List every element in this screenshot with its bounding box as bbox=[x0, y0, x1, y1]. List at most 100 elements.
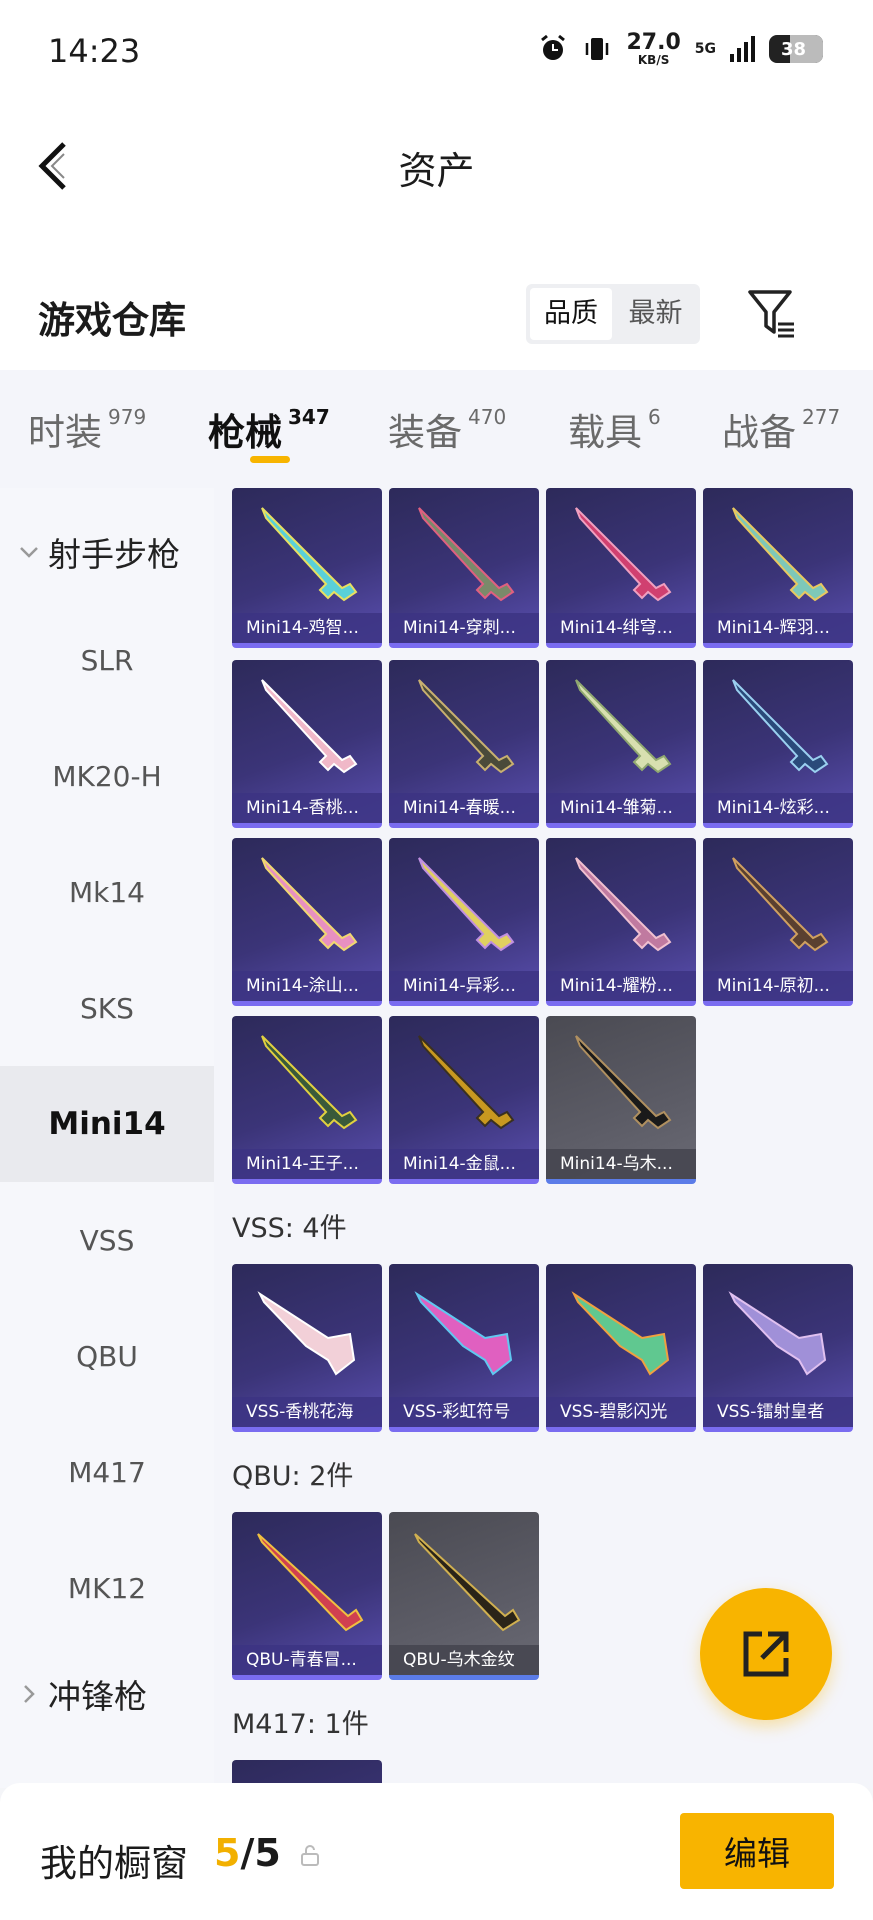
tab-count: 979 bbox=[108, 404, 147, 429]
edit-button[interactable]: 编辑 bbox=[680, 1813, 834, 1889]
sort-option-quality[interactable]: 品质 bbox=[530, 288, 612, 340]
vibrate-icon bbox=[586, 38, 609, 60]
sidebar-item-mk14[interactable]: Mk14 bbox=[0, 834, 214, 950]
rifle-icon bbox=[575, 679, 672, 774]
skin-card[interactable]: Mini14-绯穹... bbox=[546, 488, 696, 648]
tab-equipment[interactable]: 装备 470 bbox=[388, 402, 506, 456]
page-title: 资产 bbox=[398, 149, 475, 193]
skin-card[interactable]: VSS-彩虹符号 bbox=[389, 1264, 539, 1432]
skin-card[interactable]: Mini14-春暖... bbox=[389, 660, 539, 828]
showcase-current: 5 bbox=[214, 1831, 241, 1875]
speed-unit: KB/S bbox=[637, 53, 670, 67]
sidebar-item-mk12[interactable]: MK12 bbox=[0, 1530, 214, 1646]
skin-card-label: Mini14-穿刺... bbox=[389, 613, 539, 643]
signal-icon bbox=[730, 36, 755, 62]
skin-card-label: Mini14-异彩... bbox=[389, 971, 539, 1001]
rifle-icon bbox=[575, 857, 672, 952]
showcase-separator: / bbox=[240, 1831, 255, 1875]
skin-card[interactable]: VSS-碧影闪光 bbox=[546, 1264, 696, 1432]
tab-firearms[interactable]: 枪械 347 bbox=[208, 402, 330, 456]
skin-card[interactable]: QBU-青春冒... bbox=[232, 1512, 382, 1680]
category-tabs: 时装 979 枪械 347 装备 470 载具 6 战备 277 bbox=[0, 370, 873, 488]
skin-card-label: VSS-香桃花海 bbox=[232, 1397, 382, 1427]
skin-card[interactable]: Mini14-雏菊... bbox=[546, 660, 696, 828]
skin-card[interactable]: Mini14-乌木... bbox=[546, 1016, 696, 1184]
skin-card[interactable]: Mini14-辉羽... bbox=[703, 488, 853, 648]
rifle-icon bbox=[257, 1533, 364, 1632]
skin-card-label: QBU-乌木金纹 bbox=[389, 1645, 539, 1675]
sidebar-item-m417[interactable]: M417 bbox=[0, 1414, 214, 1530]
alarm-icon bbox=[541, 34, 566, 60]
skin-card[interactable]: Mini14-耀粉... bbox=[546, 838, 696, 1006]
warehouse-header: 游戏仓库 品质 最新 bbox=[0, 230, 873, 370]
rifle-icon bbox=[418, 507, 515, 602]
sidebar-category-smg[interactable]: 冲锋枪 bbox=[18, 1670, 147, 1718]
share-external-icon bbox=[743, 1631, 789, 1677]
skin-card[interactable]: Mini14-王子... bbox=[232, 1016, 382, 1184]
status-time: 14:23 bbox=[48, 32, 141, 70]
tab-count: 6 bbox=[648, 404, 661, 429]
skin-card-label: Mini14-金鼠... bbox=[389, 1149, 539, 1179]
battery-icon: 38 bbox=[769, 35, 823, 63]
rifle-icon bbox=[418, 857, 515, 952]
skin-card-label: Mini14-辉羽... bbox=[703, 613, 853, 643]
skin-card[interactable]: Mini14-鸡智... bbox=[232, 488, 382, 648]
lock-icon bbox=[301, 1845, 319, 1866]
skin-card-label: Mini14-春暖... bbox=[389, 793, 539, 823]
tab-supplies[interactable]: 战备 277 bbox=[722, 402, 840, 456]
skin-card[interactable]: VSS-香桃花海 bbox=[232, 1264, 382, 1432]
rifle-icon bbox=[575, 1035, 672, 1130]
rifle-icon bbox=[418, 679, 515, 774]
section-label-vss: VSS: 4件 bbox=[232, 1213, 347, 1244]
app-header: 资产 bbox=[0, 100, 873, 230]
sidebar-category-label: 冲锋枪 bbox=[48, 1677, 147, 1716]
sort-option-newest[interactable]: 最新 bbox=[612, 288, 699, 340]
sidebar-item-slr[interactable]: SLR bbox=[0, 602, 214, 718]
skin-card-label: Mini14-原初... bbox=[703, 971, 853, 1001]
rifle-icon bbox=[414, 1291, 513, 1376]
skin-card-label: Mini14-耀粉... bbox=[546, 971, 696, 1001]
share-button[interactable] bbox=[700, 1588, 832, 1720]
tab-label: 时装 bbox=[28, 411, 102, 454]
tab-active-indicator bbox=[250, 456, 290, 463]
weapon-type-sidebar: 射手步枪 SLR MK20-H Mk14 SKS Mini14 VSS QBU … bbox=[0, 488, 214, 1788]
skin-card[interactable]: Mini14-涂山... bbox=[232, 838, 382, 1006]
tab-vehicles[interactable]: 载具 6 bbox=[568, 402, 661, 456]
sidebar-item-mini14[interactable]: Mini14 bbox=[0, 1066, 214, 1182]
skin-card[interactable]: Mini14-香桃... bbox=[232, 660, 382, 828]
sidebar-item-qbu[interactable]: QBU bbox=[0, 1298, 214, 1414]
rifle-icon bbox=[261, 507, 358, 602]
sidebar-item-mk20h[interactable]: MK20-H bbox=[0, 718, 214, 834]
skin-card-label: VSS-碧影闪光 bbox=[546, 1397, 696, 1427]
tab-count: 347 bbox=[288, 404, 330, 429]
sidebar-item-sks[interactable]: SKS bbox=[0, 950, 214, 1066]
speed-value: 27.0 bbox=[626, 30, 681, 55]
skin-card-label: Mini14-香桃... bbox=[232, 793, 382, 823]
rifle-icon bbox=[257, 1291, 356, 1376]
rifle-icon bbox=[418, 1035, 515, 1130]
filter-icon[interactable] bbox=[746, 286, 798, 342]
skin-card-label: Mini14-雏菊... bbox=[546, 793, 696, 823]
skin-card[interactable]: QBU-乌木金纹 bbox=[389, 1512, 539, 1680]
skin-card[interactable]: Mini14-穿刺... bbox=[389, 488, 539, 648]
skin-card[interactable]: Mini14-异彩... bbox=[389, 838, 539, 1006]
status-bar: 14:23 27.0 KB/S 5G 38 bbox=[0, 0, 873, 100]
skin-card-label: VSS-彩虹符号 bbox=[389, 1397, 539, 1427]
showcase-label: 我的橱窗 bbox=[40, 1842, 188, 1885]
tab-label: 装备 bbox=[388, 411, 462, 454]
skin-card[interactable]: VSS-镭射皇者 bbox=[703, 1264, 853, 1432]
warehouse-title: 游戏仓库 bbox=[38, 299, 186, 342]
skin-card[interactable]: Mini14-金鼠... bbox=[389, 1016, 539, 1184]
skin-card[interactable]: Mini14-原初... bbox=[703, 838, 853, 1006]
rifle-icon bbox=[414, 1533, 521, 1632]
rifle-icon bbox=[732, 857, 829, 952]
sidebar-item-vss[interactable]: VSS bbox=[0, 1182, 214, 1298]
skin-card-label: Mini14-乌木... bbox=[546, 1149, 696, 1179]
tab-count: 277 bbox=[802, 404, 841, 429]
showcase-count: 5/5 bbox=[214, 1831, 281, 1875]
skin-card-label: Mini14-王子... bbox=[232, 1149, 382, 1179]
sidebar-category-marksman-rifles[interactable]: 射手步枪 bbox=[18, 528, 180, 576]
tab-fashion[interactable]: 时装 979 bbox=[28, 402, 146, 456]
skin-card[interactable]: Mini14-炫彩... bbox=[703, 660, 853, 828]
rifle-icon bbox=[575, 507, 672, 602]
